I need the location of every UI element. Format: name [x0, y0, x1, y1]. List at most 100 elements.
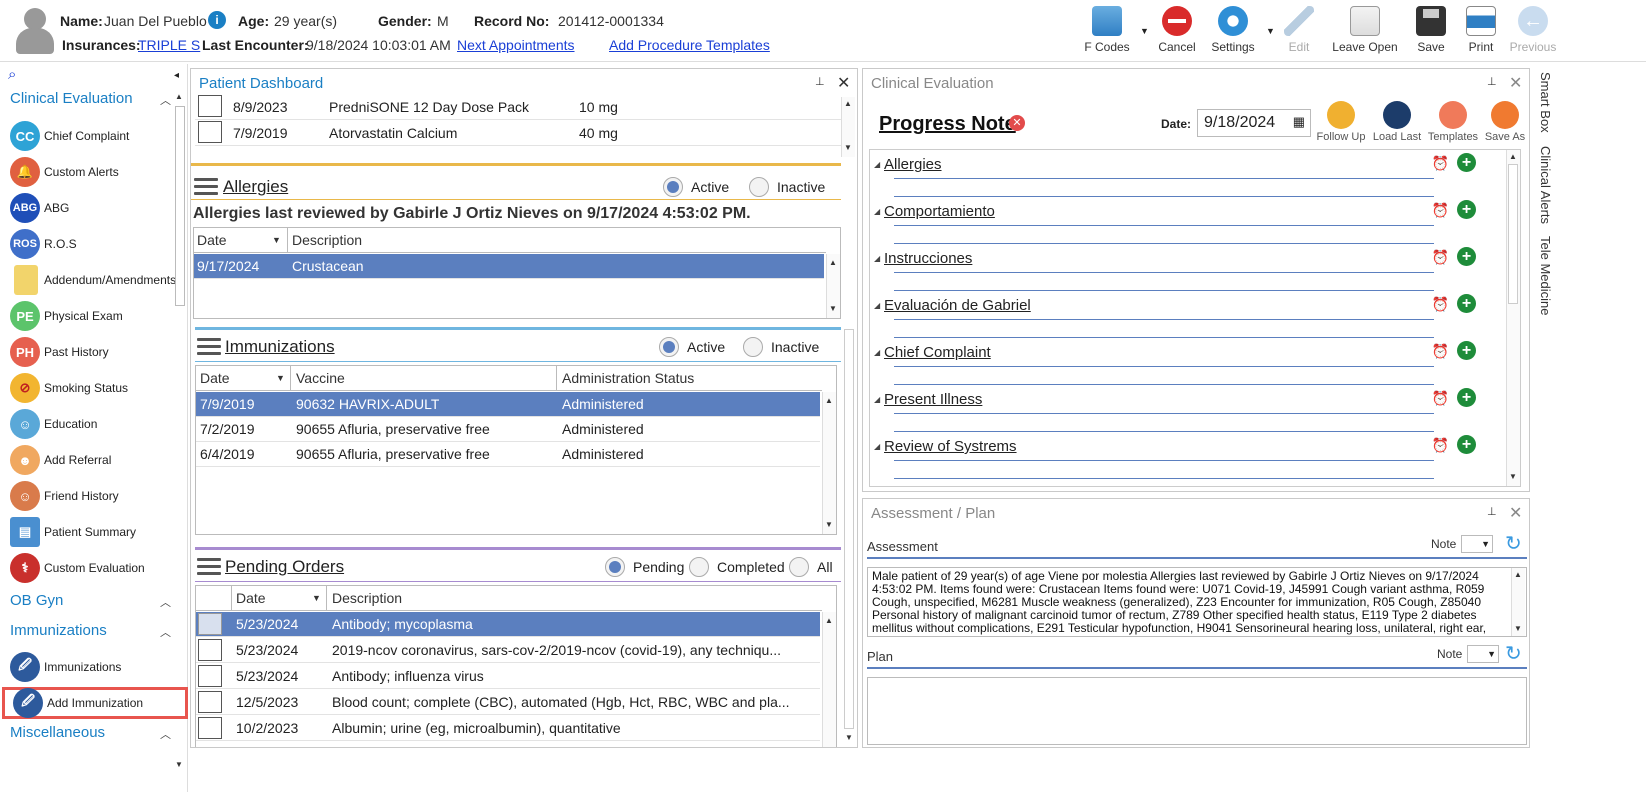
immunizations-inactive-radio[interactable]: Inactive	[743, 337, 819, 357]
sidebar-item-abg[interactable]: ABG ABG	[10, 192, 188, 224]
section-clinical-evaluation[interactable]: Clinical Evaluation ︿	[10, 90, 171, 107]
sidebar-item-add-referral[interactable]: ☻ Add Referral	[10, 444, 188, 476]
pending-radio[interactable]: Pending	[605, 557, 684, 577]
add-icon[interactable]: +	[1457, 435, 1476, 454]
load-last-button[interactable]: Load Last	[1369, 101, 1425, 143]
next-appointments-link[interactable]: Next Appointments	[457, 37, 575, 53]
add-icon[interactable]: +	[1457, 294, 1476, 313]
sidebar-scrollbar[interactable]: ▲ ▼	[173, 88, 187, 788]
assessment-scrollbar[interactable]: ▲ ▼	[1511, 568, 1525, 636]
templates-button[interactable]: Templates	[1425, 101, 1481, 143]
follow-up-button[interactable]: Follow Up	[1313, 101, 1369, 143]
collapse-icon[interactable]: ◢	[874, 348, 880, 357]
alarm-icon[interactable]: ⏰	[1432, 343, 1449, 360]
allergies-inactive-radio[interactable]: Inactive	[749, 177, 825, 197]
pending-orders-scrollbar[interactable]: ▲	[822, 612, 836, 747]
row-checkbox[interactable]	[198, 691, 222, 713]
allergies-title[interactable]: Allergies	[223, 177, 288, 197]
sidebar-item-add-immunization[interactable]: 🖉 Add Immunization	[2, 687, 188, 719]
remove-note-icon[interactable]: ✕	[1009, 115, 1025, 131]
table-row[interactable]: 7/2/2019 90655 Afluria, preservative fre…	[196, 417, 820, 442]
allergies-active-radio[interactable]: Active	[663, 177, 729, 197]
sidebar-item-education[interactable]: ☺ Education	[10, 408, 188, 440]
table-row[interactable]: 7/9/2019 Atorvastatin Calcium 40 mg	[195, 121, 841, 146]
medications-scrollbar[interactable]: ▲ ▼	[841, 97, 855, 157]
row-checkbox[interactable]	[198, 717, 222, 739]
collapse-icon[interactable]: ◢	[874, 207, 880, 216]
sort-icon[interactable]: ▼	[272, 228, 281, 253]
insurance-link[interactable]: TRIPLE S	[138, 37, 200, 53]
table-row[interactable]: 8/9/2023 PredniSONE 12 Day Dose Pack 10 …	[195, 95, 841, 120]
menu-icon[interactable]	[197, 558, 221, 576]
close-icon[interactable]: ✕	[837, 73, 850, 93]
section-immunizations[interactable]: Immunizations ︿	[10, 622, 171, 639]
note-scrollbar[interactable]: ▲ ▼	[1506, 150, 1520, 486]
sidebar-item-custom-alerts[interactable]: 🔔 Custom Alerts	[10, 156, 188, 188]
alarm-icon[interactable]: ⏰	[1432, 296, 1449, 313]
all-radio[interactable]: All	[789, 557, 833, 577]
calendar-icon[interactable]: ▦	[1293, 114, 1305, 130]
settings-button[interactable]: Settings	[1198, 6, 1268, 54]
sidebar-item-chief-complaint[interactable]: CC Chief Complaint	[10, 120, 188, 152]
scroll-down-icon[interactable]: ▼	[175, 760, 183, 769]
table-row[interactable]: 7/9/2019 90632 HAVRIX-ADULT Administered	[196, 392, 820, 417]
tab-smart-box[interactable]: Smart Box	[1538, 72, 1553, 133]
completed-radio[interactable]: Completed	[689, 557, 785, 577]
sidebar-item-ros[interactable]: ROS R.O.S	[10, 228, 188, 260]
add-icon[interactable]: +	[1457, 153, 1476, 172]
collapse-icon[interactable]: ◢	[874, 254, 880, 263]
sidebar-item-physical-exam[interactable]: PE Physical Exam	[10, 300, 188, 332]
sidebar-item-smoking-status[interactable]: ⊘ Smoking Status	[10, 372, 188, 404]
tab-clinical-alerts[interactable]: Clinical Alerts	[1538, 146, 1553, 224]
plan-textarea[interactable]	[867, 677, 1527, 745]
sort-icon[interactable]: ▼	[312, 586, 321, 611]
sidebar-item-friend-history[interactable]: ☺ Friend History	[10, 480, 188, 512]
alarm-icon[interactable]: ⏰	[1432, 155, 1449, 172]
close-icon[interactable]: ✕	[1509, 503, 1522, 523]
table-row[interactable]: 5/23/2024 Antibody; mycoplasma	[196, 612, 820, 637]
save-as-button[interactable]: Save As	[1477, 101, 1533, 143]
sidebar-item-addendum[interactable]: Addendum/Amendments	[10, 264, 188, 296]
add-procedure-templates-link[interactable]: Add Procedure Templates	[609, 37, 770, 53]
edit-button[interactable]: Edit	[1264, 6, 1334, 54]
collapse-icon[interactable]: ◢	[874, 160, 880, 169]
sort-icon[interactable]: ▼	[276, 366, 285, 391]
menu-icon[interactable]	[194, 178, 218, 196]
sidebar-item-immunizations[interactable]: 🖉 Immunizations	[10, 651, 188, 683]
alarm-icon[interactable]: ⏰	[1432, 249, 1449, 266]
scroll-up-icon[interactable]: ▲	[175, 92, 183, 101]
collapse-icon[interactable]: ◢	[874, 395, 880, 404]
collapse-icon[interactable]: ◢	[874, 442, 880, 451]
table-row[interactable]: 5/23/2024 2019-ncov coronavirus, sars-co…	[196, 638, 820, 663]
alarm-icon[interactable]: ⏰	[1432, 390, 1449, 407]
close-icon[interactable]: ✕	[1509, 73, 1522, 93]
assessment-textarea[interactable]: Male patient of 29 year(s) of age Viene …	[867, 567, 1527, 637]
dashboard-scrollbar[interactable]: ▼	[843, 329, 857, 747]
progress-note-title[interactable]: Progress Note	[879, 113, 1016, 136]
collapse-icon[interactable]: ◢	[874, 301, 880, 310]
allergies-scrollbar[interactable]: ▲ ▼	[826, 254, 840, 318]
immunizations-scrollbar[interactable]: ▲ ▼	[822, 392, 836, 534]
row-checkbox[interactable]	[198, 613, 222, 635]
fcodes-button[interactable]: F Codes	[1072, 6, 1142, 54]
plan-template-dropdown[interactable]: ▼	[1467, 645, 1499, 663]
table-row[interactable]: 9/17/2024 Crustacean	[194, 254, 824, 279]
refresh-icon[interactable]: ↻	[1505, 641, 1522, 666]
table-row[interactable]: 6/4/2019 90655 Afluria, preservative fre…	[196, 442, 820, 467]
row-checkbox[interactable]	[198, 665, 222, 687]
menu-icon[interactable]	[197, 338, 221, 356]
table-row[interactable]: 12/5/2023 Blood count; complete (CBC), a…	[196, 690, 820, 715]
row-checkbox[interactable]	[198, 639, 222, 661]
add-icon[interactable]: +	[1457, 341, 1476, 360]
note-template-dropdown[interactable]: ▼	[1461, 535, 1493, 553]
immunizations-title[interactable]: Immunizations	[225, 337, 335, 357]
collapse-sidebar-icon[interactable]: ◂	[174, 70, 179, 81]
add-icon[interactable]: +	[1457, 247, 1476, 266]
alarm-icon[interactable]: ⏰	[1432, 437, 1449, 454]
section-ob-gyn[interactable]: OB Gyn ︿	[10, 592, 171, 609]
pending-orders-title[interactable]: Pending Orders	[225, 557, 344, 577]
add-icon[interactable]: +	[1457, 388, 1476, 407]
row-checkbox[interactable]	[198, 95, 222, 117]
leave-open-button[interactable]: Leave Open	[1330, 6, 1400, 54]
refresh-icon[interactable]: ↻	[1505, 531, 1522, 556]
